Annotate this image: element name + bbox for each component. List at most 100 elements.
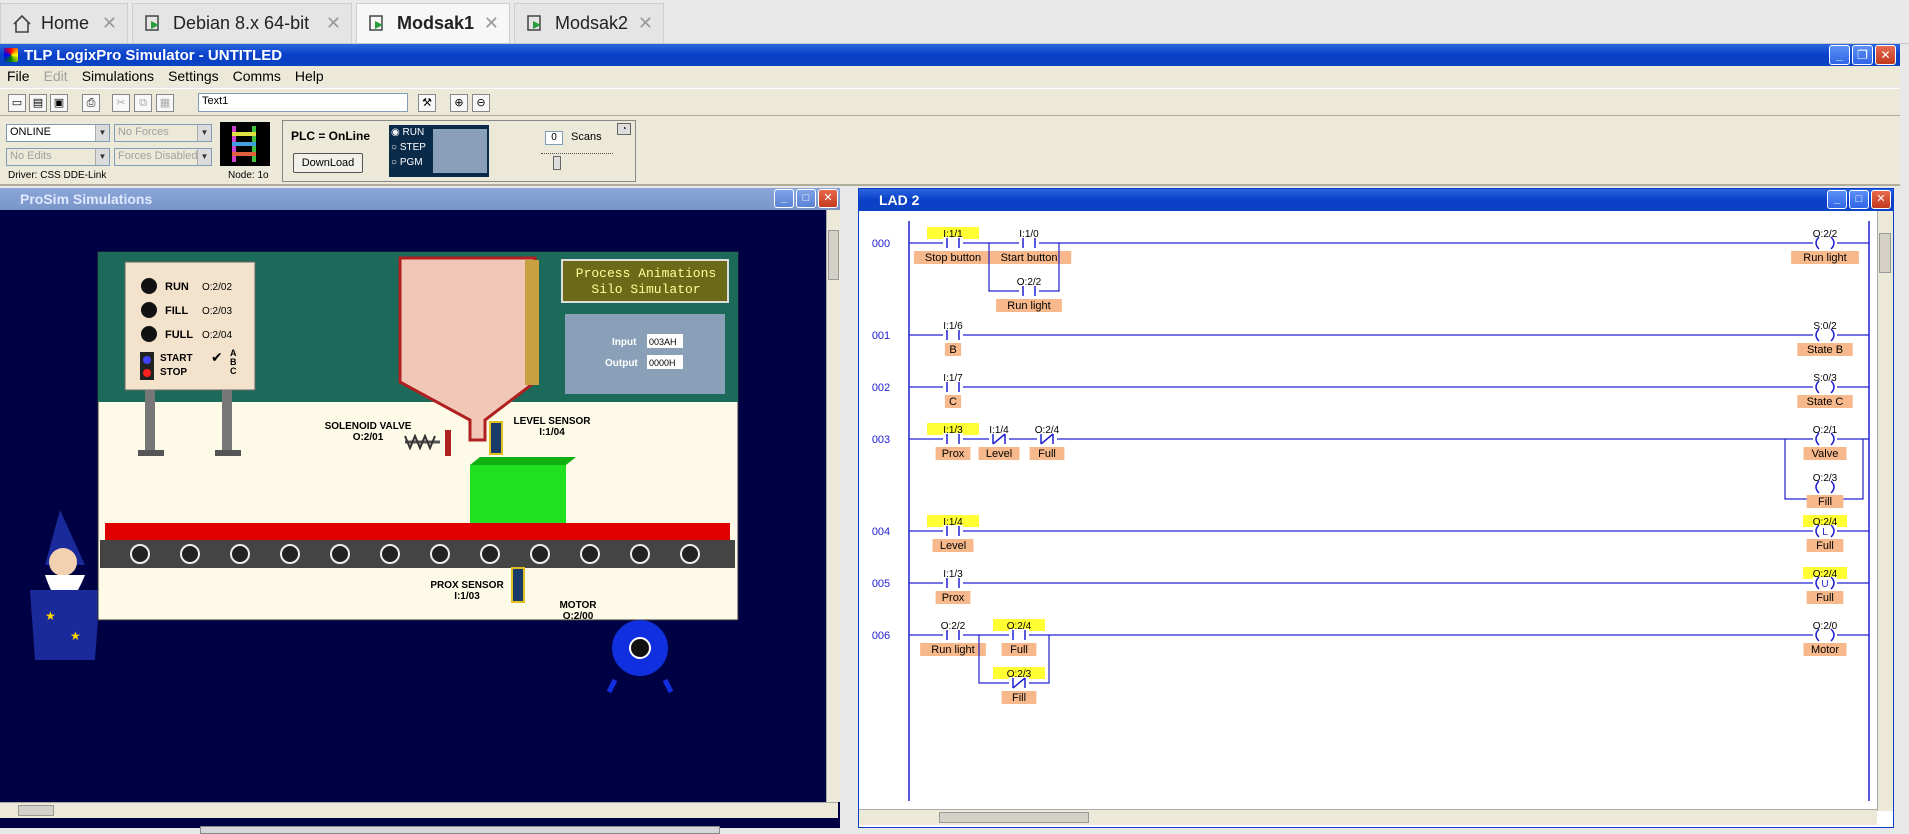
- ladder-diagram: 000I:1/1Stop buttonI:1/0Start buttonO:2/…: [872, 221, 1870, 801]
- rung-000-contact-0-label: Stop button: [925, 252, 981, 264]
- start-button[interactable]: START: [160, 353, 193, 364]
- minimize-button[interactable]: _: [1829, 45, 1850, 65]
- close-icon[interactable]: ✕: [102, 13, 117, 34]
- close-icon[interactable]: ✕: [484, 13, 499, 34]
- full-light-addr: O:2/04: [202, 330, 233, 341]
- wizard-mascot: ★★: [30, 510, 100, 660]
- cut-icon[interactable]: ✂: [112, 94, 130, 112]
- run-radio[interactable]: ◉ RUN: [391, 127, 424, 138]
- rung-number: 000: [872, 238, 890, 250]
- rung-003-contact-2-label: Full: [1038, 448, 1056, 460]
- step-radio[interactable]: ○ STEP: [391, 142, 426, 153]
- selector-switch-icon[interactable]: ✔: [211, 349, 223, 366]
- minimize-button[interactable]: _: [774, 189, 794, 208]
- menu-edit[interactable]: Edit: [37, 68, 75, 84]
- prosim-hscroll[interactable]: [0, 802, 838, 818]
- save-icon[interactable]: ▣: [50, 94, 68, 112]
- maximize-button[interactable]: □: [796, 189, 816, 208]
- ladder-logo: [220, 122, 270, 166]
- close-button[interactable]: ✕: [818, 189, 838, 208]
- paste-icon[interactable]: ▦: [156, 94, 174, 112]
- chevron-down-icon: ▼: [197, 149, 211, 165]
- close-button[interactable]: ✕: [1875, 45, 1896, 65]
- rung-005-contact-0-label: Prox: [942, 592, 965, 604]
- scans-label: Scans: [571, 131, 602, 143]
- lad-title: LAD 2: [879, 192, 920, 208]
- prosim-window: ProSim Simulations _ □ ✕ ★ ★ RUN O:2/02 …: [0, 188, 840, 828]
- prox-sensor-label: PROX SENSOR I:1/03: [430, 580, 504, 602]
- edits-value: No Edits: [10, 150, 52, 162]
- rung-004-contact-0-gap: [943, 525, 963, 537]
- step-label: STEP: [399, 142, 426, 153]
- open-folder-icon[interactable]: ▤: [29, 94, 47, 112]
- motor-label: MOTOR O:2/00: [559, 600, 597, 622]
- rung-000-contact-0-gap: [943, 237, 963, 249]
- rung-002-contact-0-gap: [943, 381, 963, 393]
- text-field[interactable]: Text1: [198, 93, 408, 112]
- run-mode-selector: ◉ RUN ○ STEP ○ PGM: [389, 125, 489, 177]
- input-value: 003AH: [649, 337, 677, 347]
- menu-simulations[interactable]: Simulations: [75, 68, 161, 84]
- output-label: Output: [605, 358, 638, 369]
- lad-vscroll[interactable]: [1877, 211, 1893, 811]
- copy-icon[interactable]: ⧉: [134, 94, 152, 112]
- run-light-addr: O:2/02: [202, 282, 233, 293]
- rung-000-branch-0-label: Run light: [1007, 300, 1050, 312]
- prosim-title-bar: ProSim Simulations _ □ ✕: [0, 188, 840, 210]
- rung-001-contact-0-gap: [943, 329, 963, 341]
- minimize-button[interactable]: _: [1827, 190, 1847, 209]
- download-button[interactable]: DownLoad: [293, 153, 363, 173]
- fill-light-addr: O:2/03: [202, 306, 233, 317]
- menu-help[interactable]: Help: [288, 68, 331, 84]
- pgm-radio[interactable]: ○ PGM: [391, 157, 423, 168]
- print-icon[interactable]: ⎙: [82, 94, 100, 112]
- restore-button[interactable]: ❐: [1852, 45, 1873, 65]
- forces-disabled-select[interactable]: Forces Disabled ▼: [114, 148, 212, 166]
- app-title-bar: TLP LogixPro Simulator - UNTITLED _ ❐ ✕: [0, 44, 1900, 66]
- close-icon[interactable]: ✕: [326, 13, 341, 34]
- vm-tab-label: Home: [41, 13, 90, 33]
- vm-tab-modsak1[interactable]: Modsak1 ✕: [356, 3, 510, 43]
- lad-title-bar: LAD 2 _ □ ✕: [859, 189, 1893, 211]
- vm-tab-modsak2[interactable]: Modsak2 ✕: [514, 3, 664, 43]
- menu-file[interactable]: File: [0, 68, 37, 84]
- prosim-vscroll[interactable]: [826, 210, 840, 802]
- rung-004-contact-0-label: Level: [940, 540, 966, 552]
- home-icon: [11, 13, 33, 35]
- rung-004-coil-0-label: Full: [1816, 540, 1834, 552]
- zoom-in-icon[interactable]: ⊕: [450, 94, 468, 112]
- maximize-button[interactable]: □: [1849, 190, 1869, 209]
- rung-000-coil-0-label: Run light: [1803, 252, 1846, 264]
- tools-icon[interactable]: ⚒: [418, 94, 436, 112]
- close-button[interactable]: ✕: [1871, 190, 1891, 209]
- panel-toggle-icon[interactable]: ◔: [617, 123, 631, 135]
- new-file-icon[interactable]: ▭: [8, 94, 26, 112]
- rung-001-contact-0-label: B: [949, 344, 956, 356]
- rung-number: 005: [872, 578, 890, 590]
- close-icon[interactable]: ✕: [638, 13, 653, 34]
- scan-slider[interactable]: [541, 153, 613, 170]
- rung-000-contact-1-label: Start button: [1001, 252, 1058, 264]
- vm-tab-label: Modsak2: [555, 13, 629, 33]
- mode-select[interactable]: ONLINE ▼: [6, 124, 110, 142]
- forces-value: No Forces: [118, 126, 169, 138]
- lad-hscroll[interactable]: [859, 809, 1877, 825]
- vm-tab-home[interactable]: Home ✕: [0, 3, 128, 43]
- forces-select[interactable]: No Forces ▼: [114, 124, 212, 142]
- rung-003-contact-1-label: Level: [986, 448, 1012, 460]
- zoom-out-icon[interactable]: ⊖: [472, 94, 490, 112]
- node-label: Node: 1o: [228, 170, 269, 181]
- forces-disabled-value: Forces Disabled: [118, 150, 198, 162]
- edits-select[interactable]: No Edits ▼: [6, 148, 110, 166]
- rung-003-coil-1-label: Fill: [1818, 496, 1832, 508]
- vm-tab-debian[interactable]: Debian 8.x 64-bit ✕: [132, 3, 352, 43]
- rung-005-contact-0-gap: [943, 577, 963, 589]
- plc-status-area: ONLINE ▼ No Forces ▼ No Edits ▼ Forces Disa…: [0, 116, 1900, 186]
- stop-button[interactable]: STOP: [160, 367, 187, 378]
- run-label: RUN: [402, 127, 425, 138]
- scans-field[interactable]: 0: [545, 131, 563, 145]
- app-title: TLP LogixPro Simulator - UNTITLED: [24, 46, 283, 64]
- rung-number: 001: [872, 330, 890, 342]
- menu-settings[interactable]: Settings: [161, 68, 226, 84]
- menu-comms[interactable]: Comms: [226, 68, 288, 84]
